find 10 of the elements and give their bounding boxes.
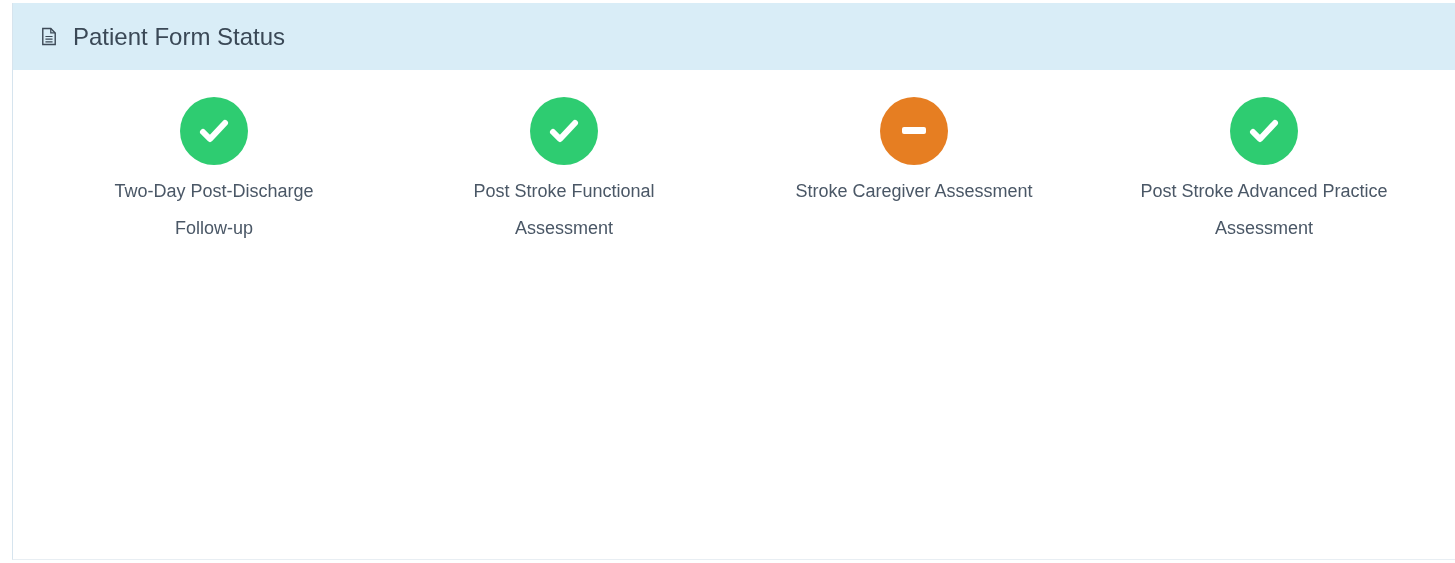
form-label: Post Stroke Advanced Practice Assessment — [1139, 180, 1389, 240]
check-status-icon — [530, 97, 598, 165]
form-label: Post Stroke Functional Assessment — [472, 180, 656, 240]
panel-title: Patient Form Status — [73, 22, 286, 51]
check-status-icon — [180, 97, 248, 165]
check-status-icon — [1230, 97, 1298, 165]
minus-status-icon — [880, 97, 948, 165]
form-label: Two-Day Post-Discharge Follow-up — [113, 180, 315, 240]
form-label: Stroke Caregiver Assessment — [794, 180, 1034, 203]
document-icon — [41, 27, 57, 46]
